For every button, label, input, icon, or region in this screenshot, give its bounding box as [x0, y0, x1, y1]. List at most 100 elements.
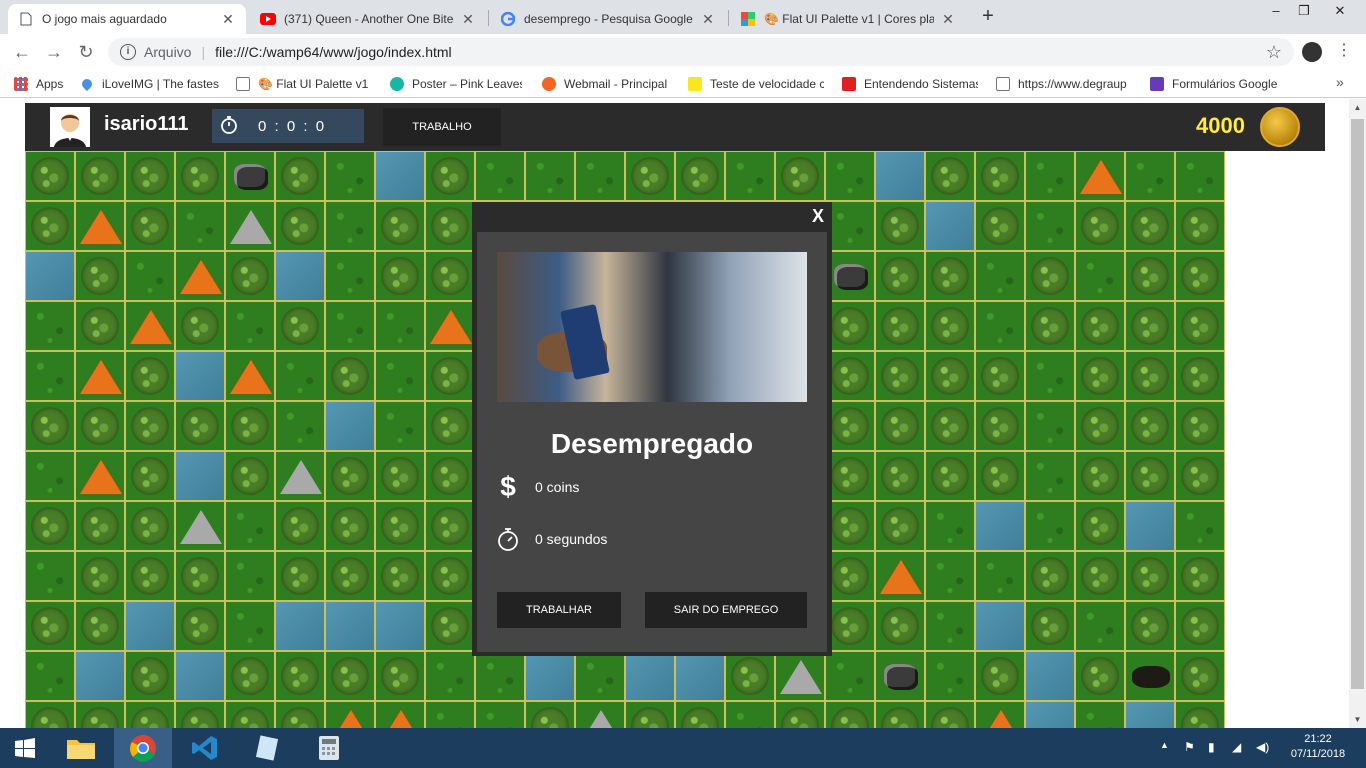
- ore-tile[interactable]: [325, 701, 375, 728]
- bush-tile[interactable]: [325, 501, 375, 551]
- bush-tile[interactable]: [1175, 651, 1225, 701]
- grass-tile[interactable]: [925, 651, 975, 701]
- quit-job-button[interactable]: SAIR DO EMPREGO: [645, 592, 807, 628]
- bush-tile[interactable]: [875, 451, 925, 501]
- close-icon[interactable]: ✕: [940, 11, 956, 28]
- bush-tile[interactable]: [75, 601, 125, 651]
- water-tile[interactable]: [175, 451, 225, 501]
- bookmarks-more-button[interactable]: »: [1336, 74, 1344, 90]
- tab-google[interactable]: desemprego - Pesquisa Google ✕: [490, 4, 726, 34]
- bush-tile[interactable]: [775, 151, 825, 201]
- bush-tile[interactable]: [975, 151, 1025, 201]
- grass-tile[interactable]: [525, 151, 575, 201]
- bush-tile[interactable]: [975, 401, 1025, 451]
- grass-tile[interactable]: [225, 551, 275, 601]
- grass-tile[interactable]: [225, 301, 275, 351]
- bush-tile[interactable]: [825, 351, 875, 401]
- close-icon[interactable]: ✕: [700, 11, 716, 28]
- bush-tile[interactable]: [275, 201, 325, 251]
- grass-tile[interactable]: [925, 551, 975, 601]
- grass-tile[interactable]: [275, 401, 325, 451]
- water-tile[interactable]: [325, 601, 375, 651]
- bush-tile[interactable]: [1075, 551, 1125, 601]
- device-icon[interactable]: ▮: [1208, 740, 1215, 754]
- water-tile[interactable]: [375, 601, 425, 651]
- grass-tile[interactable]: [825, 201, 875, 251]
- water-tile[interactable]: [175, 351, 225, 401]
- bush-tile[interactable]: [125, 701, 175, 728]
- rock-tile[interactable]: [825, 251, 875, 301]
- bush-tile[interactable]: [175, 601, 225, 651]
- bush-tile[interactable]: [425, 251, 475, 301]
- water-tile[interactable]: [375, 151, 425, 201]
- bush-tile[interactable]: [25, 151, 75, 201]
- water-tile[interactable]: [875, 151, 925, 201]
- bush-tile[interactable]: [125, 351, 175, 401]
- water-tile[interactable]: [975, 601, 1025, 651]
- bush-tile[interactable]: [75, 701, 125, 728]
- bush-tile[interactable]: [875, 401, 925, 451]
- bush-tile[interactable]: [975, 201, 1025, 251]
- forward-icon[interactable]: →: [42, 40, 66, 64]
- bush-tile[interactable]: [875, 601, 925, 651]
- grass-tile[interactable]: [825, 651, 875, 701]
- bush-tile[interactable]: [875, 501, 925, 551]
- tray-expand-icon[interactable]: ▲: [1160, 740, 1169, 750]
- taskbar-file-explorer[interactable]: [52, 728, 110, 768]
- grass-tile[interactable]: [1075, 251, 1125, 301]
- ore-tile[interactable]: [1075, 151, 1125, 201]
- grass-tile[interactable]: [1075, 601, 1125, 651]
- grass-tile[interactable]: [25, 351, 75, 401]
- bush-tile[interactable]: [825, 401, 875, 451]
- coal-tile[interactable]: [1125, 651, 1175, 701]
- bush-tile[interactable]: [225, 451, 275, 501]
- bush-tile[interactable]: [1175, 451, 1225, 501]
- bush-tile[interactable]: [825, 501, 875, 551]
- bush-tile[interactable]: [1125, 201, 1175, 251]
- grass-tile[interactable]: [325, 301, 375, 351]
- bush-tile[interactable]: [125, 651, 175, 701]
- bush-tile[interactable]: [25, 701, 75, 728]
- water-tile[interactable]: [525, 651, 575, 701]
- profile-icon[interactable]: [1302, 42, 1322, 62]
- bush-tile[interactable]: [275, 651, 325, 701]
- grass-tile[interactable]: [975, 251, 1025, 301]
- bush-tile[interactable]: [175, 301, 225, 351]
- bush-tile[interactable]: [925, 301, 975, 351]
- info-icon[interactable]: i: [120, 44, 136, 60]
- grass-tile[interactable]: [1025, 201, 1075, 251]
- bush-tile[interactable]: [325, 351, 375, 401]
- grass-tile[interactable]: [325, 151, 375, 201]
- bush-tile[interactable]: [175, 551, 225, 601]
- grass-tile[interactable]: [475, 701, 525, 728]
- bush-tile[interactable]: [925, 251, 975, 301]
- bush-tile[interactable]: [1075, 301, 1125, 351]
- bush-tile[interactable]: [875, 701, 925, 728]
- scroll-down-arrow[interactable]: ▼: [1349, 711, 1366, 728]
- bush-tile[interactable]: [425, 351, 475, 401]
- ore-tile[interactable]: [75, 351, 125, 401]
- bush-tile[interactable]: [175, 151, 225, 201]
- popup-close-button[interactable]: X: [812, 206, 824, 227]
- ore-tile[interactable]: [225, 351, 275, 401]
- bush-tile[interactable]: [325, 451, 375, 501]
- bush-tile[interactable]: [375, 501, 425, 551]
- water-tile[interactable]: [675, 651, 725, 701]
- bush-tile[interactable]: [825, 301, 875, 351]
- grass-tile[interactable]: [1125, 151, 1175, 201]
- bush-tile[interactable]: [275, 701, 325, 728]
- bush-tile[interactable]: [1175, 401, 1225, 451]
- grass-tile[interactable]: [25, 651, 75, 701]
- grass-tile[interactable]: [375, 301, 425, 351]
- bush-tile[interactable]: [1175, 301, 1225, 351]
- bush-tile[interactable]: [425, 401, 475, 451]
- bush-tile[interactable]: [1025, 301, 1075, 351]
- bush-tile[interactable]: [775, 701, 825, 728]
- ore-tile[interactable]: [975, 701, 1025, 728]
- water-tile[interactable]: [175, 651, 225, 701]
- stone-tile[interactable]: [175, 501, 225, 551]
- close-icon[interactable]: ✕: [220, 11, 236, 28]
- taskbar-calculator[interactable]: [300, 728, 358, 768]
- grass-tile[interactable]: [825, 151, 875, 201]
- bush-tile[interactable]: [75, 401, 125, 451]
